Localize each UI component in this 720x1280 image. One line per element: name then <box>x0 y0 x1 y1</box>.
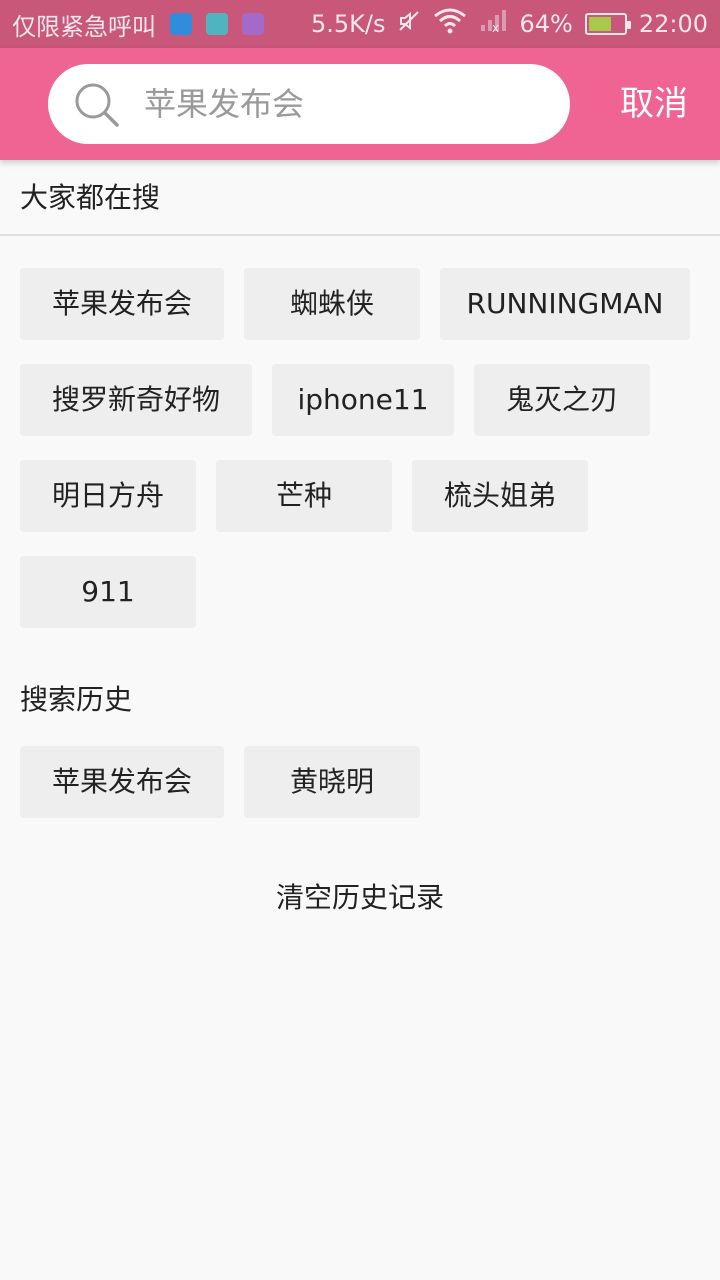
search-input[interactable] <box>144 64 544 144</box>
wifi-icon <box>433 8 467 40</box>
hot-tag[interactable]: 梳头姐弟 <box>412 460 588 532</box>
hot-tag[interactable]: 鬼灭之刃 <box>474 364 650 436</box>
clear-history-button[interactable]: 清空历史记录 <box>0 870 720 926</box>
search-header: 取消 <box>0 48 720 160</box>
search-box[interactable] <box>48 64 570 144</box>
hot-tag[interactable]: 911 <box>20 556 196 628</box>
mute-icon <box>397 9 421 39</box>
history-title: 搜索历史 <box>20 683 133 716</box>
hot-tag[interactable]: 明日方舟 <box>20 460 196 532</box>
history-tag[interactable]: 苹果发布会 <box>20 746 224 818</box>
hot-tag[interactable]: 芒种 <box>216 460 392 532</box>
hot-search-title: 大家都在搜 <box>20 181 161 214</box>
app-notification-icon <box>170 13 192 35</box>
carrier-label: 仅限紧急呼叫 <box>12 12 156 41</box>
battery-icon <box>584 13 631 35</box>
gallery-notification-icon <box>242 13 264 35</box>
status-bar: 仅限紧急呼叫 5.5K/s x 64% 22:00 <box>0 0 720 48</box>
cancel-button[interactable]: 取消 <box>600 74 708 134</box>
clock: 22:00 <box>638 10 708 38</box>
hot-tag[interactable]: RUNNINGMAN <box>440 268 690 340</box>
hot-tag[interactable]: 苹果发布会 <box>20 268 224 340</box>
android-notification-icon <box>206 13 228 35</box>
net-speed: 5.5K/s <box>310 10 386 38</box>
hot-tag[interactable]: 蜘蛛侠 <box>244 268 420 340</box>
hot-tag[interactable]: 搜罗新奇好物 <box>20 364 252 436</box>
signal-icon: x <box>479 9 507 39</box>
section-divider <box>0 234 720 236</box>
battery-percent: 64% <box>519 10 573 38</box>
svg-text:x: x <box>492 21 499 33</box>
search-icon <box>75 83 119 127</box>
history-tag[interactable]: 黄晓明 <box>244 746 420 818</box>
hot-tag[interactable]: iphone11 <box>272 364 454 436</box>
